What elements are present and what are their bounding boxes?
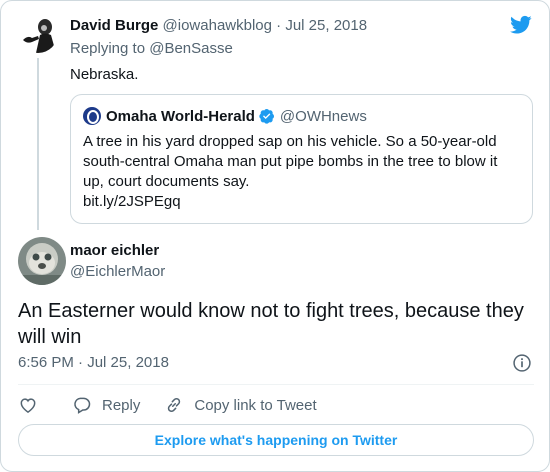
- tweet-embed-card: David Burge @iowahawkblog · Jul 25, 2018…: [0, 0, 550, 472]
- parent-tweet-text: Nebraska.: [70, 66, 139, 83]
- quoted-tweet-text: A tree in his yard dropped sap on his ve…: [83, 132, 523, 212]
- action-bar: Reply Copy link to Tweet: [18, 393, 317, 417]
- main-tweet-text: An Easterner would know not to fight tre…: [18, 298, 538, 350]
- like-button[interactable]: [18, 395, 38, 415]
- quoted-text-line: south-central Omaha man put pipe bombs i…: [83, 153, 498, 170]
- quoted-author-handle: @OWHnews: [279, 107, 367, 125]
- copy-link-button[interactable]: Copy link to Tweet: [164, 395, 317, 415]
- timestamp-separator: ·: [78, 354, 84, 371]
- parent-author-name[interactable]: David Burge: [70, 17, 158, 34]
- thread-connector: [37, 58, 39, 230]
- parent-author-handle[interactable]: @iowahawkblog: [163, 17, 272, 34]
- replying-to-prefix: Replying to: [70, 40, 146, 57]
- parent-avatar[interactable]: [18, 13, 58, 53]
- divider: [18, 384, 534, 385]
- quoted-text-line: A tree in his yard dropped sap on his ve…: [83, 133, 497, 150]
- quoted-tweet[interactable]: Omaha World-Herald @OWHnews A tree in hi…: [70, 94, 533, 224]
- header-separator: ·: [276, 17, 282, 34]
- main-author-handle[interactable]: @EichlerMaor: [70, 263, 165, 280]
- reply-label: Reply: [102, 396, 141, 414]
- quoted-tweet-link[interactable]: bit.ly/2JSPEgq: [83, 192, 523, 212]
- main-tweet-time: 6:56 PM: [18, 354, 74, 371]
- main-text-line: will win: [18, 326, 82, 348]
- heart-icon: [20, 398, 36, 413]
- main-text-line: An Easterner would know not to fight tre…: [18, 300, 524, 322]
- twitter-bird-icon[interactable]: [510, 15, 532, 35]
- parent-tweet-header: David Burge @iowahawkblog · Jul 25, 2018: [70, 17, 367, 34]
- quoted-tweet-header: Omaha World-Herald @OWHnews: [83, 107, 367, 125]
- verified-badge-icon: [259, 109, 274, 124]
- speech-bubble-icon: [74, 397, 91, 414]
- main-tweet-date: Jul 25, 2018: [87, 354, 169, 371]
- reply-button[interactable]: Reply: [72, 395, 140, 415]
- parent-tweet-date[interactable]: Jul 25, 2018: [285, 17, 367, 34]
- main-avatar[interactable]: [18, 237, 66, 285]
- replying-to-line: Replying to @BenSasse: [70, 40, 233, 57]
- quoted-text-line: up, court documents say.: [83, 173, 250, 190]
- quoted-author-name: Omaha World-Herald: [106, 107, 255, 125]
- explore-button[interactable]: Explore what's happening on Twitter: [18, 424, 534, 456]
- replying-to-handle[interactable]: @BenSasse: [149, 40, 233, 57]
- info-icon[interactable]: [512, 353, 532, 373]
- main-author-name[interactable]: maor eichler: [70, 242, 159, 259]
- main-tweet-timestamp[interactable]: 6:56 PM · Jul 25, 2018: [18, 354, 169, 371]
- quoted-avatar: [83, 107, 101, 125]
- link-icon: [168, 397, 181, 413]
- copy-link-label: Copy link to Tweet: [194, 396, 317, 414]
